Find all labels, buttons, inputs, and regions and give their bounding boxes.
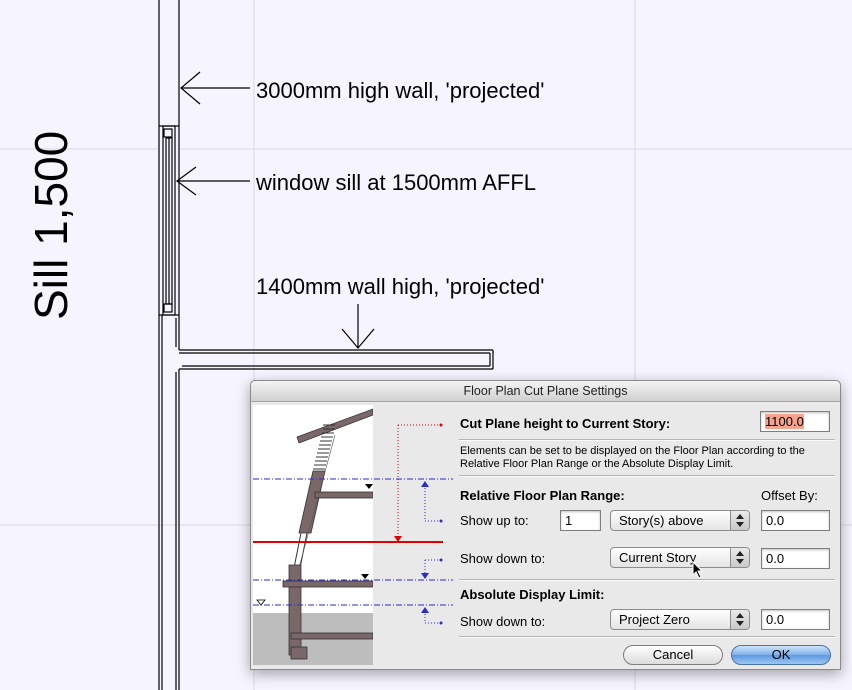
show-down-to-absolute-select[interactable]: Project Zero — [610, 609, 750, 630]
annotation-arrows — [175, 71, 375, 349]
separator — [459, 579, 835, 581]
chevron-updown-icon — [730, 610, 749, 629]
level-lines — [253, 423, 453, 625]
annotation-wall-3000: 3000mm high wall, 'projected' — [256, 78, 545, 103]
show-down-to-relative-offset-input[interactable]: 0.0 — [761, 548, 830, 569]
description-text: Elements can be set to be displayed on t… — [460, 445, 805, 470]
show-down-to-absolute-label: Show down to: — [460, 614, 546, 629]
sill-label: Sill 1,500 — [25, 130, 77, 320]
cut-plane-label: Cut Plane height to Current Story: — [460, 416, 671, 431]
offset-by-label: Offset By: — [761, 488, 818, 503]
relative-range-title: Relative Floor Plan Range: — [460, 488, 625, 503]
show-down-to-label: Show down to: — [460, 551, 546, 566]
show-up-to-offset-input[interactable]: 0.0 — [761, 510, 830, 531]
chevron-updown-icon — [730, 511, 749, 530]
show-up-to-label: Show up to: — [460, 513, 529, 528]
dialog-title[interactable]: Floor Plan Cut Plane Settings — [251, 381, 840, 402]
show-down-to-absolute-offset-input[interactable]: 0.0 — [761, 609, 830, 630]
chevron-updown-icon — [730, 548, 749, 567]
cut-plane-settings-dialog: Floor Plan Cut Plane Settings Cut Plane … — [250, 380, 841, 670]
ok-button[interactable]: OK — [731, 645, 831, 665]
cut-plane-height-input[interactable]: 1100.0 — [760, 411, 830, 432]
annotation-wall-1400: 1400mm wall high, 'projected' — [256, 274, 545, 299]
show-up-to-select[interactable]: Story(s) above — [610, 510, 750, 531]
annotation-window-sill: window sill at 1500mm AFFL — [256, 170, 536, 195]
show-down-to-relative-select[interactable]: Current Story — [610, 547, 750, 568]
mouse-cursor-icon — [692, 561, 704, 579]
separator — [459, 636, 835, 638]
stories-count-input[interactable]: 1 — [560, 510, 601, 531]
absolute-limit-title: Absolute Display Limit: — [460, 587, 605, 602]
separator — [459, 475, 835, 477]
separator — [459, 439, 835, 441]
cancel-button[interactable]: Cancel — [623, 645, 723, 665]
